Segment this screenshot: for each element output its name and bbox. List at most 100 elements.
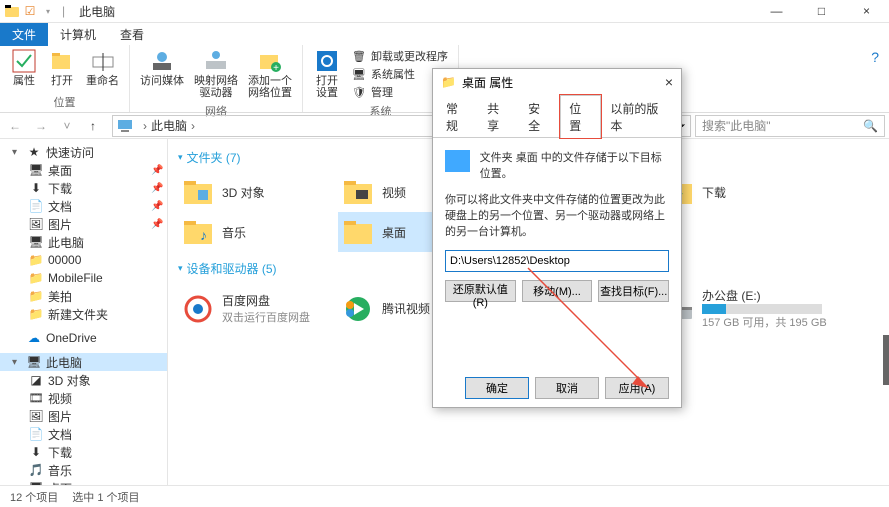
pin-icon: 📌 <box>151 165 163 176</box>
sidebar-item-3d[interactable]: ◪3D 对象 <box>0 371 167 389</box>
folder-3d-icon <box>182 176 214 208</box>
sidebar-item-pictures[interactable]: 🖼图片📌 <box>0 215 167 233</box>
apply-button[interactable]: 应用(A) <box>605 377 669 399</box>
tab-general[interactable]: 常规 <box>437 95 478 138</box>
titlebar: ☑ ▾ | 此电脑 — □ × <box>0 0 889 23</box>
qat-dropdown-icon[interactable]: ▾ <box>40 3 56 19</box>
qat-checkbox-icon[interactable]: ☑ <box>22 3 38 19</box>
breadcrumb[interactable]: 此电脑 <box>151 117 187 134</box>
scrollbar[interactable] <box>883 335 889 385</box>
pc-icon: 🖥 <box>26 354 42 370</box>
path-input[interactable] <box>445 250 669 272</box>
folder-download[interactable]: 下载 <box>658 172 818 212</box>
tab-file[interactable]: 文件 <box>0 23 48 46</box>
sidebar-item-video[interactable]: 🎞视频 <box>0 389 167 407</box>
download-icon: ⬇ <box>28 444 44 460</box>
ok-button[interactable]: 确定 <box>465 377 529 399</box>
separator: | <box>62 4 65 18</box>
sidebar-item-meipai[interactable]: 📁美拍 <box>0 287 167 305</box>
gear-icon <box>315 49 339 73</box>
restore-button[interactable]: 还原默认值(R) <box>445 280 516 302</box>
maximize-button[interactable]: □ <box>799 0 844 23</box>
chevron-right-icon[interactable]: › <box>143 119 147 133</box>
add-location-icon: + <box>258 49 282 73</box>
tab-view[interactable]: 查看 <box>108 23 156 46</box>
sidebar-item-music[interactable]: 🎵音乐 <box>0 461 167 479</box>
sidebar-item-desktop[interactable]: 🖥桌面📌 <box>0 161 167 179</box>
pin-icon: 📌 <box>151 183 163 194</box>
dialog-titlebar[interactable]: 📁 桌面 属性 × <box>433 69 681 95</box>
ribbon-help-icon[interactable]: ? <box>861 45 889 112</box>
find-target-button[interactable]: 查找目标(F)... <box>598 280 669 302</box>
tab-security[interactable]: 安全 <box>519 95 560 138</box>
window-title: 此电脑 <box>79 3 115 20</box>
download-icon: ⬇ <box>28 180 44 196</box>
sidebar-item-documents2[interactable]: 📄文档 <box>0 425 167 443</box>
dialog-desc1: 文件夹 桌面 中的文件存储于以下目标位置。 <box>480 150 669 182</box>
sidebar-onedrive[interactable]: ☁OneDrive <box>0 329 167 347</box>
up-button[interactable]: ↑ <box>82 119 104 133</box>
add-netloc-button[interactable]: + 添加一个 网络位置 <box>244 47 296 101</box>
document-icon: 📄 <box>28 426 44 442</box>
chevron-right-icon[interactable]: › <box>191 119 195 133</box>
folder-3d[interactable]: 3D 对象 <box>178 172 338 212</box>
sidebar-item-00000[interactable]: 📁00000 <box>0 251 167 269</box>
folder-icon: 📁 <box>28 306 44 322</box>
folder-icon: 📁 <box>28 270 44 286</box>
sidebar-item-downloads2[interactable]: ⬇下载 <box>0 443 167 461</box>
tab-computer[interactable]: 计算机 <box>48 23 108 46</box>
folder-music-icon: ♪ <box>182 216 214 248</box>
tab-share[interactable]: 共享 <box>478 95 519 138</box>
desktop-icon: 🖥 <box>28 480 44 485</box>
tab-previous[interactable]: 以前的版本 <box>601 95 677 138</box>
ribbon-group-network: 访问媒体 映射网络 驱动器 + 添加一个 网络位置 网络 <box>130 45 303 112</box>
explorer-icon <box>4 3 20 19</box>
folder-music[interactable]: ♪ 音乐 <box>178 212 338 252</box>
folder-video-icon <box>342 176 374 208</box>
dialog-close-button[interactable]: × <box>665 74 673 90</box>
cancel-button[interactable]: 取消 <box>535 377 599 399</box>
map-drive-button[interactable]: 映射网络 驱动器 <box>190 47 242 101</box>
ribbon-group-location: 属性 打开 重命名 位置 <box>0 45 130 112</box>
sidebar-item-thispc-q[interactable]: 🖥此电脑 <box>0 233 167 251</box>
pin-icon: 📌 <box>151 219 163 230</box>
rename-button[interactable]: 重命名 <box>82 47 123 92</box>
forward-button[interactable]: → <box>30 119 52 133</box>
sidebar-quick-access[interactable]: ▾★快速访问 <box>0 143 167 161</box>
search-placeholder: 搜索"此电脑" <box>702 117 771 134</box>
open-settings-button[interactable]: 打开 设置 <box>309 47 345 101</box>
dialog-desc2: 你可以将此文件夹中文件存储的位置更改为此硬盘上的另一个位置、另一个驱动器或网络上… <box>445 192 669 240</box>
dialog-footer: 确定 取消 应用(A) <box>433 369 681 407</box>
back-button[interactable]: ← <box>4 119 26 133</box>
device-drive-e[interactable]: 办公盘 (E:) 157 GB 可用，共 195 GB <box>658 283 838 334</box>
sidebar-item-documents[interactable]: 📄文档📌 <box>0 197 167 215</box>
media-icon <box>150 49 174 73</box>
tab-location[interactable]: 位置 <box>560 95 601 138</box>
uninstall-icon: 🗑 <box>351 48 367 64</box>
properties-dialog: 📁 桌面 属性 × 常规 共享 安全 位置 以前的版本 文件夹 桌面 中的文件存… <box>432 68 682 408</box>
sidebar-item-desktop2[interactable]: 🖥桌面 <box>0 479 167 485</box>
open-button[interactable]: 打开 <box>44 47 80 92</box>
drive-network-icon <box>204 49 228 73</box>
move-button[interactable]: 移动(M)... <box>522 280 593 302</box>
minimize-button[interactable]: — <box>754 0 799 23</box>
media-button[interactable]: 访问媒体 <box>136 47 188 101</box>
recent-dropdown[interactable]: ˅ <box>56 119 78 133</box>
checkmark-icon <box>12 49 36 73</box>
sidebar-item-newfolder[interactable]: 📁新建文件夹 <box>0 305 167 323</box>
svg-text:♪: ♪ <box>200 227 207 243</box>
sidebar-thispc[interactable]: ▾🖥此电脑 <box>0 353 167 371</box>
close-button[interactable]: × <box>844 0 889 23</box>
sidebar-item-mobilefile[interactable]: 📁MobileFile <box>0 269 167 287</box>
properties-button[interactable]: 属性 <box>6 47 42 92</box>
tencent-icon <box>342 293 374 325</box>
monitor-icon: 🖥 <box>351 66 367 82</box>
uninstall-button[interactable]: 🗑卸载或更改程序 <box>347 47 452 65</box>
sidebar-item-downloads[interactable]: ⬇下载📌 <box>0 179 167 197</box>
device-baidu[interactable]: 百度网盘双击运行百度网盘 <box>178 283 338 334</box>
pin-icon: 📌 <box>151 201 163 212</box>
search-input[interactable]: 搜索"此电脑" 🔍 <box>695 115 885 137</box>
dialog-tabs: 常规 共享 安全 位置 以前的版本 <box>433 95 681 138</box>
rename-icon <box>91 49 115 73</box>
sidebar-item-pictures2[interactable]: 🖼图片 <box>0 407 167 425</box>
